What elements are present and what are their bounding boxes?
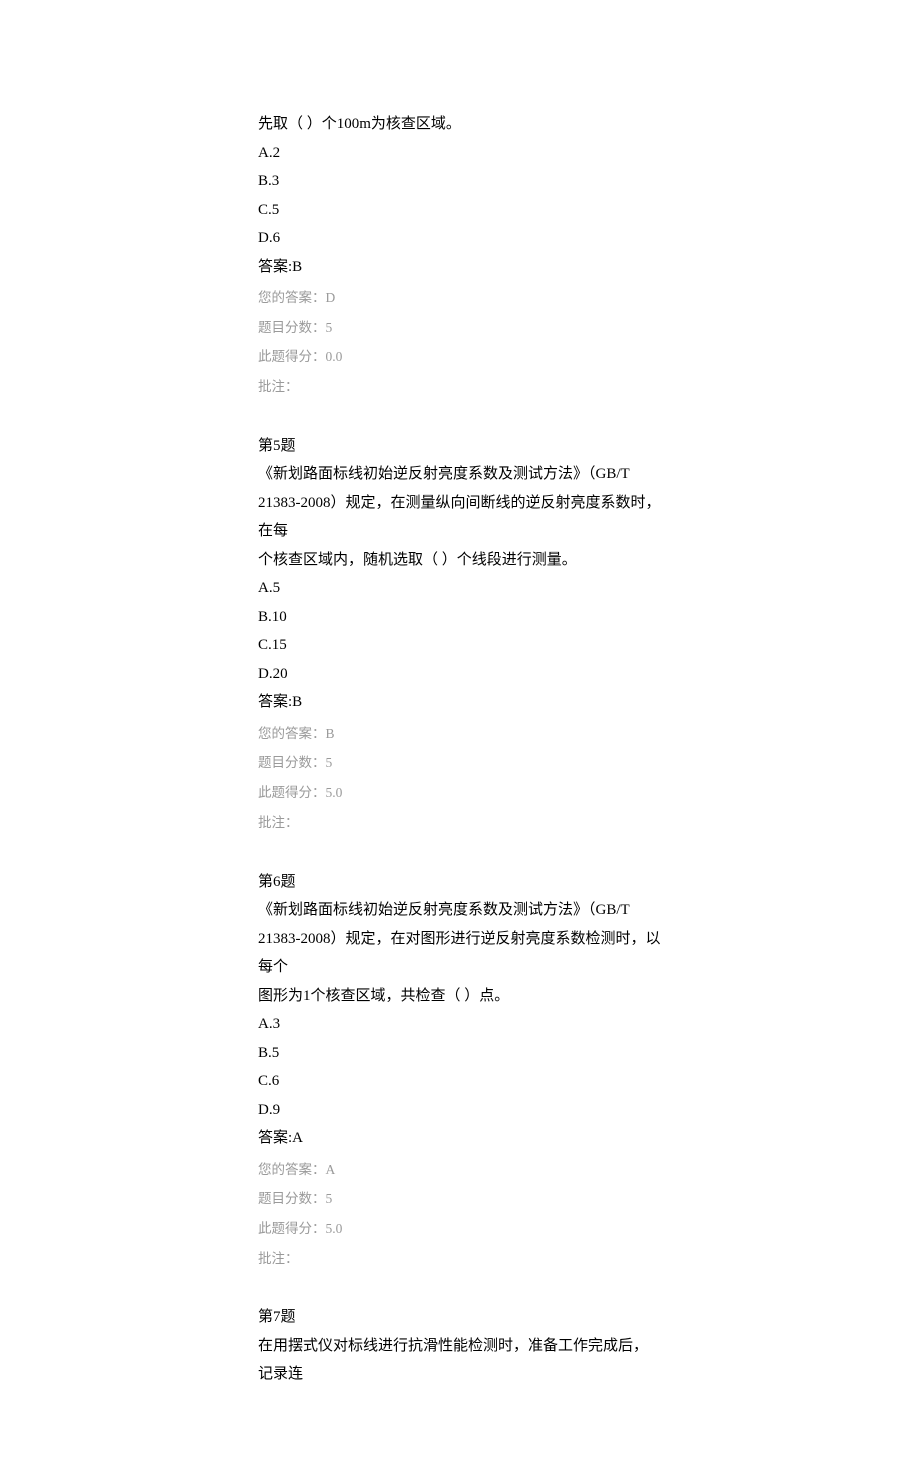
q4-your-answer: 您的答案：D (258, 283, 662, 313)
question-7-block: 第7题 在用摆式仪对标线进行抗滑性能检测时，准备工作完成后，记录连 (258, 1303, 662, 1389)
q4-remark: 批注： (258, 372, 662, 402)
q6-this-score: 此题得分：5.0 (258, 1214, 662, 1244)
question-5-block: 第5题 《新划路面标线初始逆反射亮度系数及测试方法》（GB/T 21383-20… (258, 432, 662, 838)
q6-topic-score: 题目分数：5 (258, 1184, 662, 1214)
q4-answer: 答案:B (258, 253, 662, 282)
q5-your-answer: 您的答案：B (258, 719, 662, 749)
q6-option-a: A.3 (258, 1010, 662, 1039)
q5-option-b: B.10 (258, 603, 662, 632)
q4-option-d: D.6 (258, 224, 662, 253)
q5-stem-line-3: 个核查区域内，随机选取（ ）个线段进行测量。 (258, 546, 662, 575)
q4-stem-line: 先取（ ）个100m为核查区域。 (258, 110, 662, 139)
q6-title: 第6题 (258, 868, 662, 897)
q4-option-b: B.3 (258, 167, 662, 196)
q4-this-score: 此题得分：0.0 (258, 342, 662, 372)
q6-option-b: B.5 (258, 1039, 662, 1068)
q4-feedback: 您的答案：D 题目分数：5 此题得分：0.0 批注： (258, 283, 662, 402)
q7-stem-line-1: 在用摆式仪对标线进行抗滑性能检测时，准备工作完成后，记录连 (258, 1332, 662, 1389)
q6-option-d: D.9 (258, 1096, 662, 1125)
document-page: 先取（ ）个100m为核查区域。 A.2 B.3 C.5 D.6 答案:B 您的… (0, 0, 920, 1469)
q5-title: 第5题 (258, 432, 662, 461)
q6-remark: 批注： (258, 1244, 662, 1274)
q6-option-c: C.6 (258, 1067, 662, 1096)
q5-feedback: 您的答案：B 题目分数：5 此题得分：5.0 批注： (258, 719, 662, 838)
q6-feedback: 您的答案：A 题目分数：5 此题得分：5.0 批注： (258, 1155, 662, 1274)
q7-title: 第7题 (258, 1303, 662, 1332)
q5-option-c: C.15 (258, 631, 662, 660)
q5-topic-score: 题目分数：5 (258, 748, 662, 778)
q6-stem-line-1: 《新划路面标线初始逆反射亮度系数及测试方法》（GB/T (258, 896, 662, 925)
q5-option-a: A.5 (258, 574, 662, 603)
q6-your-answer: 您的答案：A (258, 1155, 662, 1185)
q5-stem-line-2: 21383-2008）规定，在测量纵向间断线的逆反射亮度系数时，在每 (258, 489, 662, 546)
q5-remark: 批注： (258, 808, 662, 838)
q5-option-d: D.20 (258, 660, 662, 689)
q6-stem-line-2: 21383-2008）规定，在对图形进行逆反射亮度系数检测时，以每个 (258, 925, 662, 982)
q6-answer: 答案:A (258, 1124, 662, 1153)
q5-this-score: 此题得分：5.0 (258, 778, 662, 808)
q5-stem-line-1: 《新划路面标线初始逆反射亮度系数及测试方法》（GB/T (258, 460, 662, 489)
q5-answer: 答案:B (258, 688, 662, 717)
q4-topic-score: 题目分数：5 (258, 313, 662, 343)
q4-option-c: C.5 (258, 196, 662, 225)
q4-option-a: A.2 (258, 139, 662, 168)
q6-stem-line-3: 图形为1个核查区域，共检查（ ）点。 (258, 982, 662, 1011)
question-4-block: 先取（ ）个100m为核查区域。 A.2 B.3 C.5 D.6 答案:B 您的… (258, 110, 662, 402)
question-6-block: 第6题 《新划路面标线初始逆反射亮度系数及测试方法》（GB/T 21383-20… (258, 868, 662, 1274)
